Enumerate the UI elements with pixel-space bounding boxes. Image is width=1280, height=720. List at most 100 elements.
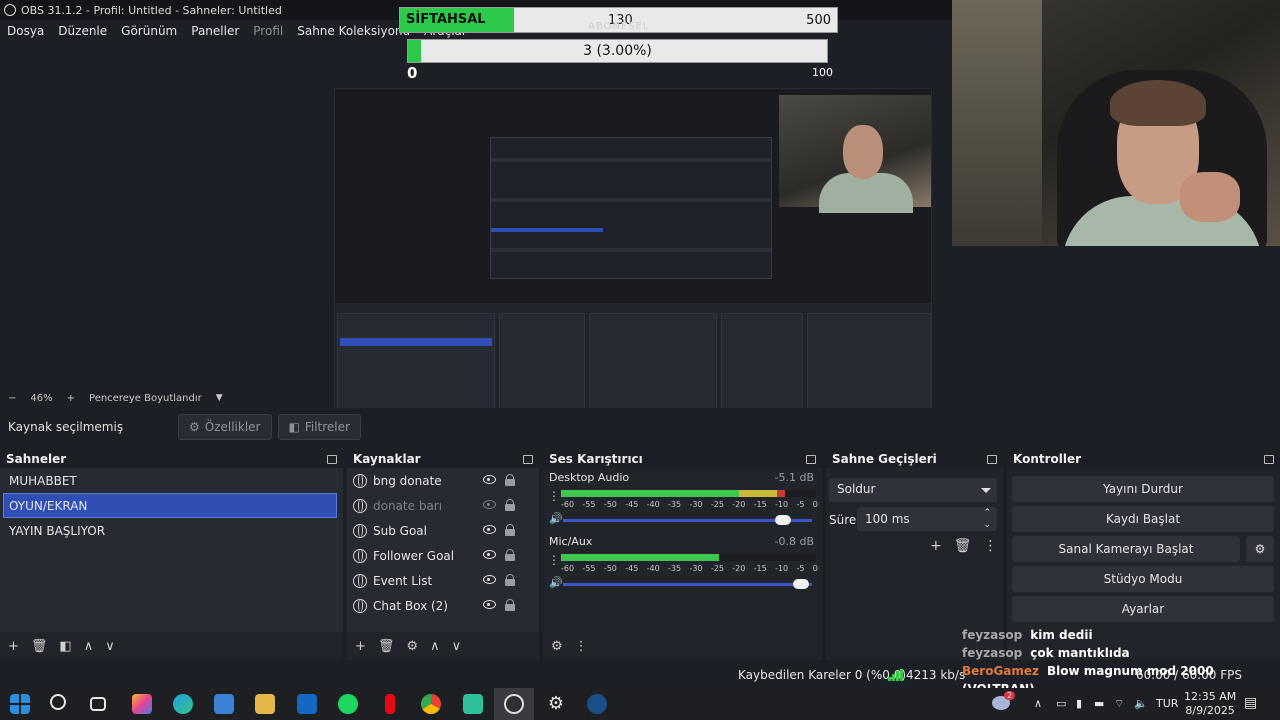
windows-start-icon[interactable] <box>10 694 30 714</box>
start-recording-button[interactable]: Kaydı Başlat <box>1012 506 1274 532</box>
meter-tick-label: -30 <box>689 500 703 509</box>
move-up-icon[interactable]: ∧ <box>84 639 94 654</box>
chat-message: feyzasop çok mantıklıda <box>962 644 1280 662</box>
store-icon[interactable] <box>214 694 234 714</box>
spinner-icon[interactable]: ⌃ ⌄ <box>983 507 991 531</box>
zoom-fit-label[interactable]: Pencereye Boyutlandır <box>89 393 202 404</box>
volume-slider[interactable] <box>563 579 812 589</box>
add-icon[interactable]: + <box>930 538 942 554</box>
source-item[interactable]: Follower Goal <box>347 543 539 568</box>
properties-button[interactable]: ⚙ Özellikler <box>178 414 272 440</box>
undock-icon[interactable] <box>1264 454 1274 464</box>
undock-icon[interactable] <box>987 454 997 464</box>
source-item[interactable]: bng donate <box>347 468 539 493</box>
chrome-icon[interactable] <box>421 694 441 714</box>
source-item[interactable]: Sub Goal <box>347 518 539 543</box>
lock-icon[interactable] <box>505 599 515 611</box>
lock-icon[interactable] <box>505 474 515 486</box>
preview-canvas[interactable] <box>334 88 932 428</box>
kebab-menu-icon[interactable]: ⋮ <box>984 538 998 554</box>
undock-icon[interactable] <box>523 454 533 464</box>
wifi-icon[interactable]: ⌔ <box>1114 697 1124 711</box>
lock-icon[interactable] <box>505 499 515 511</box>
menu-paneller[interactable]: Paneller <box>191 24 239 38</box>
volume-slider[interactable] <box>563 515 812 525</box>
chevron-up-icon[interactable]: ∧ <box>1034 697 1042 710</box>
virtual-camera-settings-button[interactable]: ⚙ <box>1246 536 1274 562</box>
zoom-in-button[interactable]: + <box>67 393 75 404</box>
filters-button[interactable]: ◧ Filtreler <box>277 414 361 440</box>
visibility-eye-icon[interactable] <box>483 475 496 484</box>
add-icon[interactable]: + <box>355 639 366 654</box>
steam-icon[interactable] <box>587 694 607 714</box>
transition-select[interactable]: Soldur <box>829 478 997 502</box>
source-item[interactable]: donate barı <box>347 493 539 518</box>
zoom-out-button[interactable]: − <box>8 393 16 404</box>
search-icon[interactable] <box>50 694 66 710</box>
scene-item-yayin-basliyor[interactable]: YAYIN BAŞLIYOR <box>0 518 343 543</box>
trash-icon[interactable]: 🗑 <box>378 639 395 654</box>
scene-filter-icon[interactable]: ◧ <box>59 639 71 654</box>
source-item[interactable]: Chat Box (2) <box>347 593 539 618</box>
move-down-icon[interactable]: ∨ <box>452 639 462 654</box>
task-view-icon[interactable] <box>90 697 106 711</box>
start-virtual-camera-button[interactable]: Sanal Kamerayı Başlat <box>1012 536 1240 562</box>
sources-footer: + 🗑 ⚙ ∧ ∨ <box>347 632 539 660</box>
source-label: bng donate <box>373 473 442 488</box>
trash-icon[interactable]: 🗑 <box>31 639 48 654</box>
studio-mode-button[interactable]: Stüdyo Modu <box>1012 566 1274 592</box>
menu-sahne-koleksiyonu[interactable]: Sahne Koleksiyonu <box>297 24 410 38</box>
stop-streaming-button[interactable]: Yayını Durdur <box>1012 476 1274 502</box>
battery-icon[interactable]: ▬ <box>1094 697 1104 710</box>
gear-icon[interactable]: ⚙ <box>406 639 418 654</box>
trash-icon[interactable]: 🗑 <box>954 538 972 554</box>
volume-knob[interactable] <box>792 579 809 589</box>
undock-icon[interactable] <box>806 454 816 464</box>
kebab-menu-icon[interactable]: ⋮ <box>548 490 560 502</box>
netflix-icon[interactable] <box>385 694 395 714</box>
spotify-icon[interactable] <box>338 694 358 714</box>
speaker-icon[interactable]: 🔊 <box>549 512 563 525</box>
settings-button[interactable]: Ayarlar <box>1012 596 1274 622</box>
volume-icon[interactable]: 🔈 <box>1134 697 1148 710</box>
add-icon[interactable]: + <box>8 639 19 654</box>
system-clock[interactable]: 12:35 AM 8/9/2025 <box>1184 690 1236 718</box>
duration-input[interactable]: 100 ms ⌃ ⌄ <box>857 507 997 531</box>
copilot-icon[interactable] <box>132 694 152 714</box>
advanced-audio-icon[interactable]: ⚙ <box>551 639 563 654</box>
kebab-menu-icon[interactable]: ⋮ <box>548 554 560 566</box>
scene-item-oyun-ekran[interactable]: OYUN/EKRAN <box>3 493 337 518</box>
source-item[interactable]: Event List <box>347 568 539 593</box>
zoom-dropdown-icon[interactable]: ▼ <box>216 393 223 403</box>
edge-browser-icon[interactable] <box>173 694 193 714</box>
kebab-menu-icon[interactable]: ⋮ <box>575 639 588 654</box>
file-explorer-icon[interactable] <box>255 694 275 714</box>
obs-app-icon[interactable] <box>504 694 524 714</box>
visibility-eye-icon[interactable] <box>483 525 496 534</box>
visibility-eye-icon[interactable] <box>483 600 496 609</box>
streamlabs-icon[interactable] <box>463 694 483 714</box>
language-indicator[interactable]: TUR <box>1156 697 1178 710</box>
notification-center-icon[interactable]: ▤ <box>1244 695 1257 711</box>
outlook-icon[interactable] <box>297 694 317 714</box>
visibility-hidden-icon[interactable] <box>483 500 496 509</box>
speaker-icon[interactable]: 🔊 <box>549 576 563 589</box>
lock-icon[interactable] <box>505 549 515 561</box>
microphone-icon[interactable]: ▮ <box>1076 697 1082 710</box>
meet-now-icon[interactable]: ▭ <box>1056 697 1066 710</box>
settings-gear-icon[interactable]: ⚙ <box>546 694 566 714</box>
menu-gorunum[interactable]: Görünüm <box>121 24 177 38</box>
lock-icon[interactable] <box>505 574 515 586</box>
move-down-icon[interactable]: ∨ <box>105 639 115 654</box>
visibility-eye-icon[interactable] <box>483 575 496 584</box>
menu-dosya[interactable]: Dosya <box>7 24 44 38</box>
visibility-eye-icon[interactable] <box>483 550 496 559</box>
scene-item-muhabbet[interactable]: MUHABBET <box>0 468 343 493</box>
undock-icon[interactable] <box>327 454 337 464</box>
menu-duzenle[interactable]: Düzenle <box>58 24 107 38</box>
volume-knob[interactable] <box>775 515 792 525</box>
browser-source-icon <box>353 473 367 488</box>
menu-profil[interactable]: Profil <box>253 24 283 38</box>
move-up-icon[interactable]: ∧ <box>430 639 440 654</box>
lock-icon[interactable] <box>505 524 515 536</box>
